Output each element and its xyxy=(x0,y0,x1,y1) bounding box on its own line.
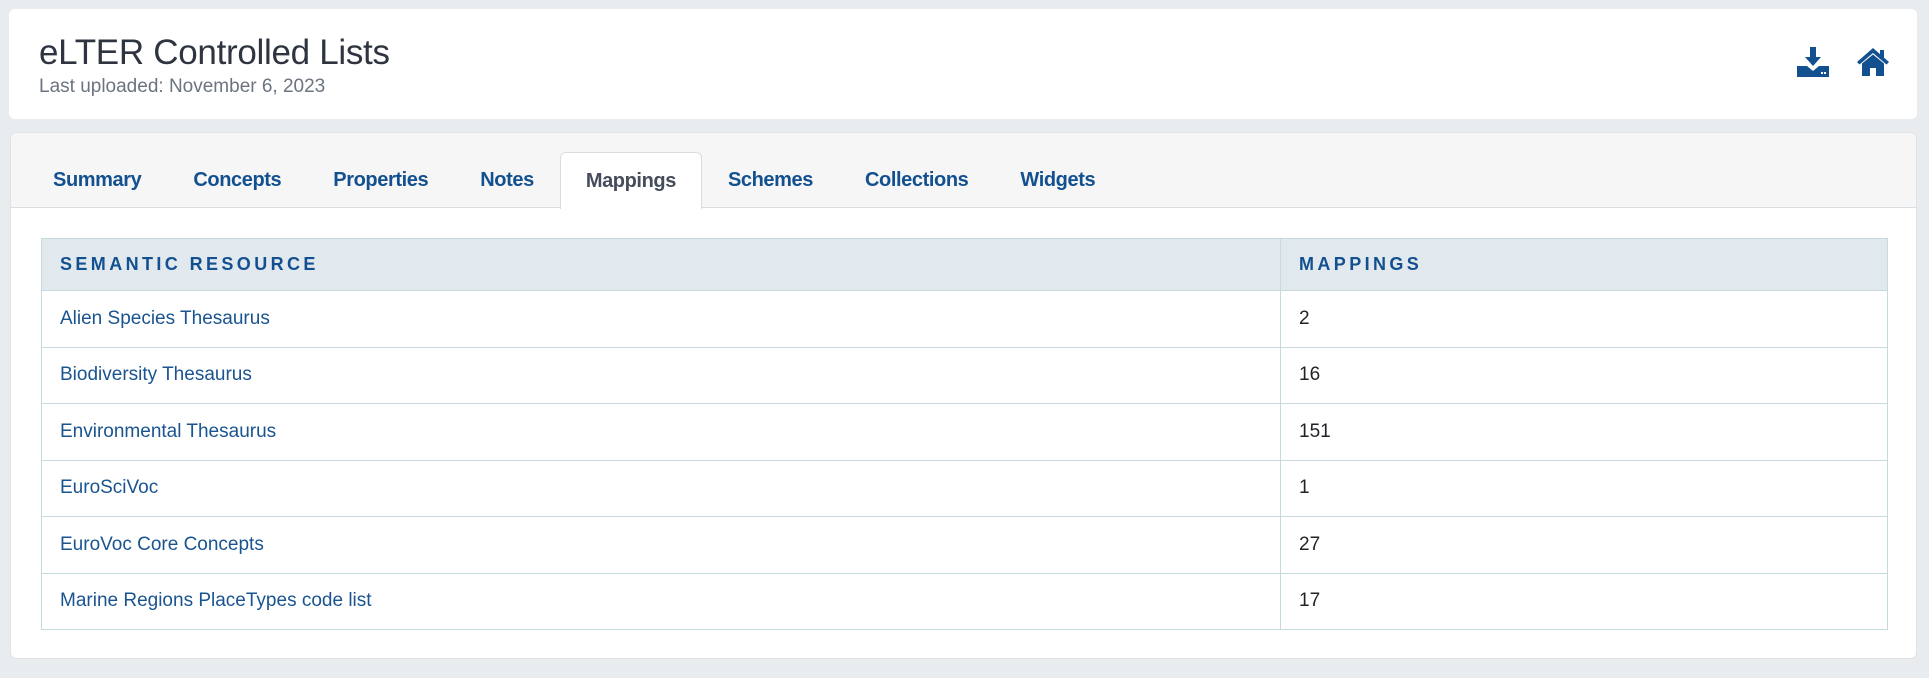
tab-widgets[interactable]: Widgets xyxy=(994,151,1121,208)
tab-schemes[interactable]: Schemes xyxy=(702,151,839,208)
download-icon xyxy=(1797,47,1829,77)
table-row: EuroSciVoc 1 xyxy=(41,459,1888,517)
tab-collections[interactable]: Collections xyxy=(839,151,994,208)
last-uploaded-date: Last uploaded: November 6, 2023 xyxy=(39,76,326,97)
resource-link[interactable]: EuroVoc Core Concepts xyxy=(60,534,264,555)
table-row: EuroVoc Core Concepts 27 xyxy=(41,516,1888,574)
table-row: Marine Regions PlaceTypes code list 17 xyxy=(41,572,1888,630)
home-button[interactable] xyxy=(1857,47,1889,77)
home-icon xyxy=(1857,48,1889,76)
mappings-count: 1 xyxy=(1280,459,1888,517)
tab-mappings[interactable]: Mappings xyxy=(559,152,702,209)
column-header-mappings[interactable]: Mappings xyxy=(1280,238,1888,291)
table-row: Biodiversity Thesaurus 16 xyxy=(41,346,1888,404)
mappings-table: Semantic Resource Mappings Alien Species… xyxy=(41,238,1888,630)
mappings-count: 16 xyxy=(1280,346,1888,404)
header-actions xyxy=(1797,47,1889,77)
resource-link[interactable]: Biodiversity Thesaurus xyxy=(60,364,252,385)
tab-bar: Summary Concepts Properties Notes Mappin… xyxy=(11,133,1916,209)
tab-concepts[interactable]: Concepts xyxy=(167,151,307,208)
table-row: Environmental Thesaurus 151 xyxy=(41,403,1888,461)
column-header-semantic-resource[interactable]: Semantic Resource xyxy=(41,238,1281,291)
table-header-row: Semantic Resource Mappings xyxy=(41,238,1888,291)
mappings-count: 17 xyxy=(1280,572,1888,630)
resource-cell: Marine Regions PlaceTypes code list xyxy=(41,572,1281,630)
resource-link[interactable]: Environmental Thesaurus xyxy=(60,421,276,442)
tab-properties[interactable]: Properties xyxy=(307,151,454,208)
resource-cell: EuroVoc Core Concepts xyxy=(41,516,1281,574)
mappings-table-container: Semantic Resource Mappings Alien Species… xyxy=(41,238,1888,630)
table-row: Alien Species Thesaurus 2 xyxy=(41,290,1888,348)
mappings-count: 2 xyxy=(1280,290,1888,348)
resource-link[interactable]: EuroSciVoc xyxy=(60,477,158,498)
tab-summary[interactable]: Summary xyxy=(27,151,167,208)
resource-cell: Biodiversity Thesaurus xyxy=(41,346,1281,404)
resource-link[interactable]: Marine Regions PlaceTypes code list xyxy=(60,590,372,611)
tab-notes[interactable]: Notes xyxy=(454,151,560,208)
resource-cell: Environmental Thesaurus xyxy=(41,403,1281,461)
resource-cell: Alien Species Thesaurus xyxy=(41,290,1281,348)
resource-link[interactable]: Alien Species Thesaurus xyxy=(60,308,270,329)
tabs: Summary Concepts Properties Notes Mappin… xyxy=(27,151,1121,209)
main-card: Summary Concepts Properties Notes Mappin… xyxy=(10,132,1917,659)
header-card: eLTER Controlled Lists Last uploaded: No… xyxy=(9,9,1917,119)
download-button[interactable] xyxy=(1797,47,1829,77)
resource-cell: EuroSciVoc xyxy=(41,459,1281,517)
page-title: eLTER Controlled Lists xyxy=(39,33,390,72)
mappings-count: 27 xyxy=(1280,516,1888,574)
mappings-count: 151 xyxy=(1280,403,1888,461)
